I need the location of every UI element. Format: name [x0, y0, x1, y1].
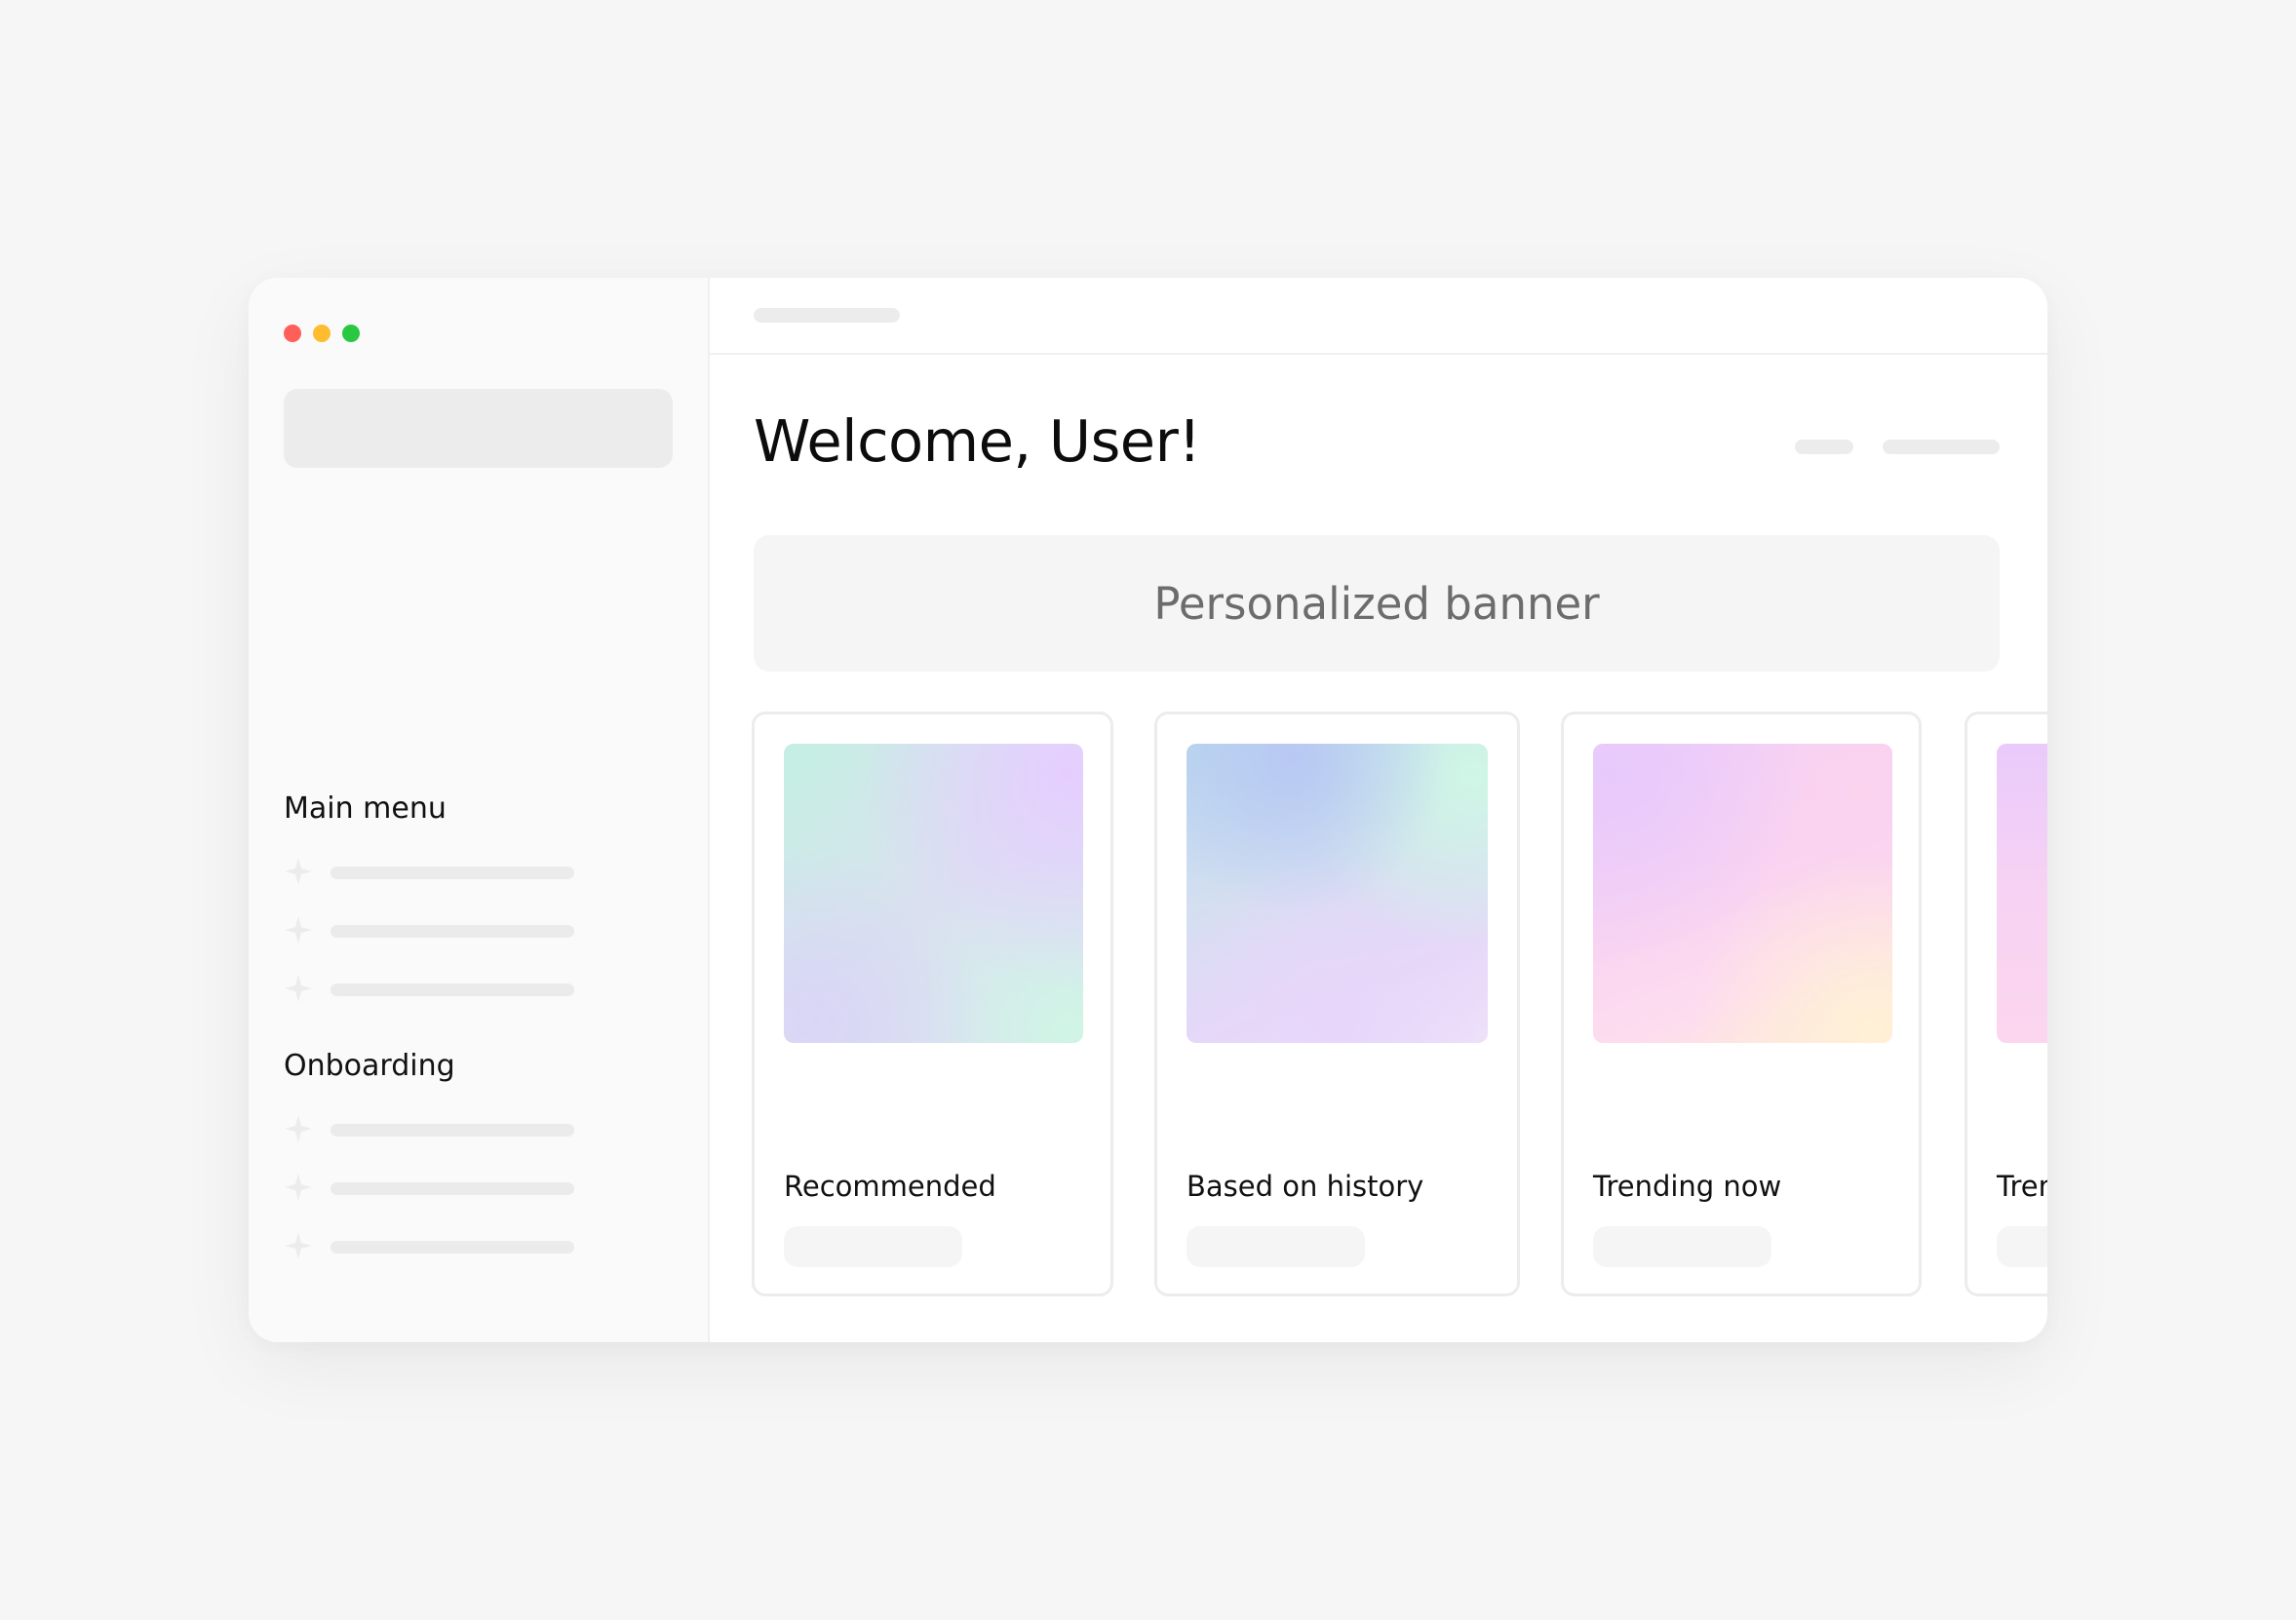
card-meta-placeholder [1997, 1226, 2047, 1267]
app-window: Main menu Onboarding Welcome, User! Pers… [249, 278, 2047, 1342]
card-label: Recommended [784, 1170, 996, 1203]
close-window-button[interactable] [284, 325, 301, 342]
card-trending-now[interactable]: Trending now [1561, 712, 1922, 1296]
card-image [784, 744, 1083, 1043]
card-meta-placeholder [784, 1226, 962, 1267]
main-content: Welcome, User! Personalized banner Recom… [710, 278, 2047, 1342]
card-label: Trending now [1997, 1170, 2047, 1203]
sidebar: Main menu Onboarding [249, 278, 710, 1342]
sparkle-icon [285, 858, 312, 885]
breadcrumb-placeholder [754, 308, 900, 323]
window-controls [284, 325, 360, 342]
search-input[interactable] [284, 389, 673, 468]
sidebar-item[interactable] [284, 1231, 635, 1260]
sidebar-item-placeholder [331, 1241, 574, 1254]
sparkle-icon [285, 916, 312, 944]
sidebar-item[interactable] [284, 1114, 635, 1143]
card-trending-now-partial[interactable]: Trending now [1965, 712, 2047, 1296]
sidebar-item-placeholder [331, 984, 574, 996]
sidebar-item-placeholder [331, 1182, 574, 1195]
card-meta-placeholder [1593, 1226, 1771, 1267]
card-image [1187, 744, 1488, 1043]
sidebar-section-title-main-menu: Main menu [284, 791, 447, 826]
sidebar-item-placeholder [331, 925, 574, 938]
sparkle-icon [285, 1174, 312, 1201]
sidebar-item-placeholder [331, 867, 574, 879]
card-label: Trending now [1593, 1170, 1782, 1203]
sidebar-item-placeholder [331, 1124, 574, 1137]
header-action-placeholder[interactable] [1883, 440, 2000, 454]
personalized-banner[interactable]: Personalized banner [754, 535, 2000, 672]
sparkle-icon [285, 975, 312, 1002]
top-bar [710, 278, 2047, 355]
sidebar-item[interactable] [284, 857, 635, 886]
card-based-on-history[interactable]: Based on history [1154, 712, 1520, 1296]
sparkle-icon [285, 1115, 312, 1142]
sidebar-item[interactable] [284, 915, 635, 945]
card-recommended[interactable]: Recommended [752, 712, 1113, 1296]
sidebar-item[interactable] [284, 974, 635, 1003]
zoom-window-button[interactable] [342, 325, 360, 342]
sidebar-item[interactable] [284, 1173, 635, 1202]
card-image [1593, 744, 1892, 1043]
card-meta-placeholder [1187, 1226, 1365, 1267]
sparkle-icon [285, 1232, 312, 1259]
card-image [1997, 744, 2047, 1043]
header-action-placeholder[interactable] [1795, 440, 1853, 454]
minimize-window-button[interactable] [313, 325, 331, 342]
page-title: Welcome, User! [754, 407, 1201, 475]
sidebar-section-title-onboarding: Onboarding [284, 1049, 455, 1083]
card-label: Based on history [1187, 1170, 1424, 1203]
